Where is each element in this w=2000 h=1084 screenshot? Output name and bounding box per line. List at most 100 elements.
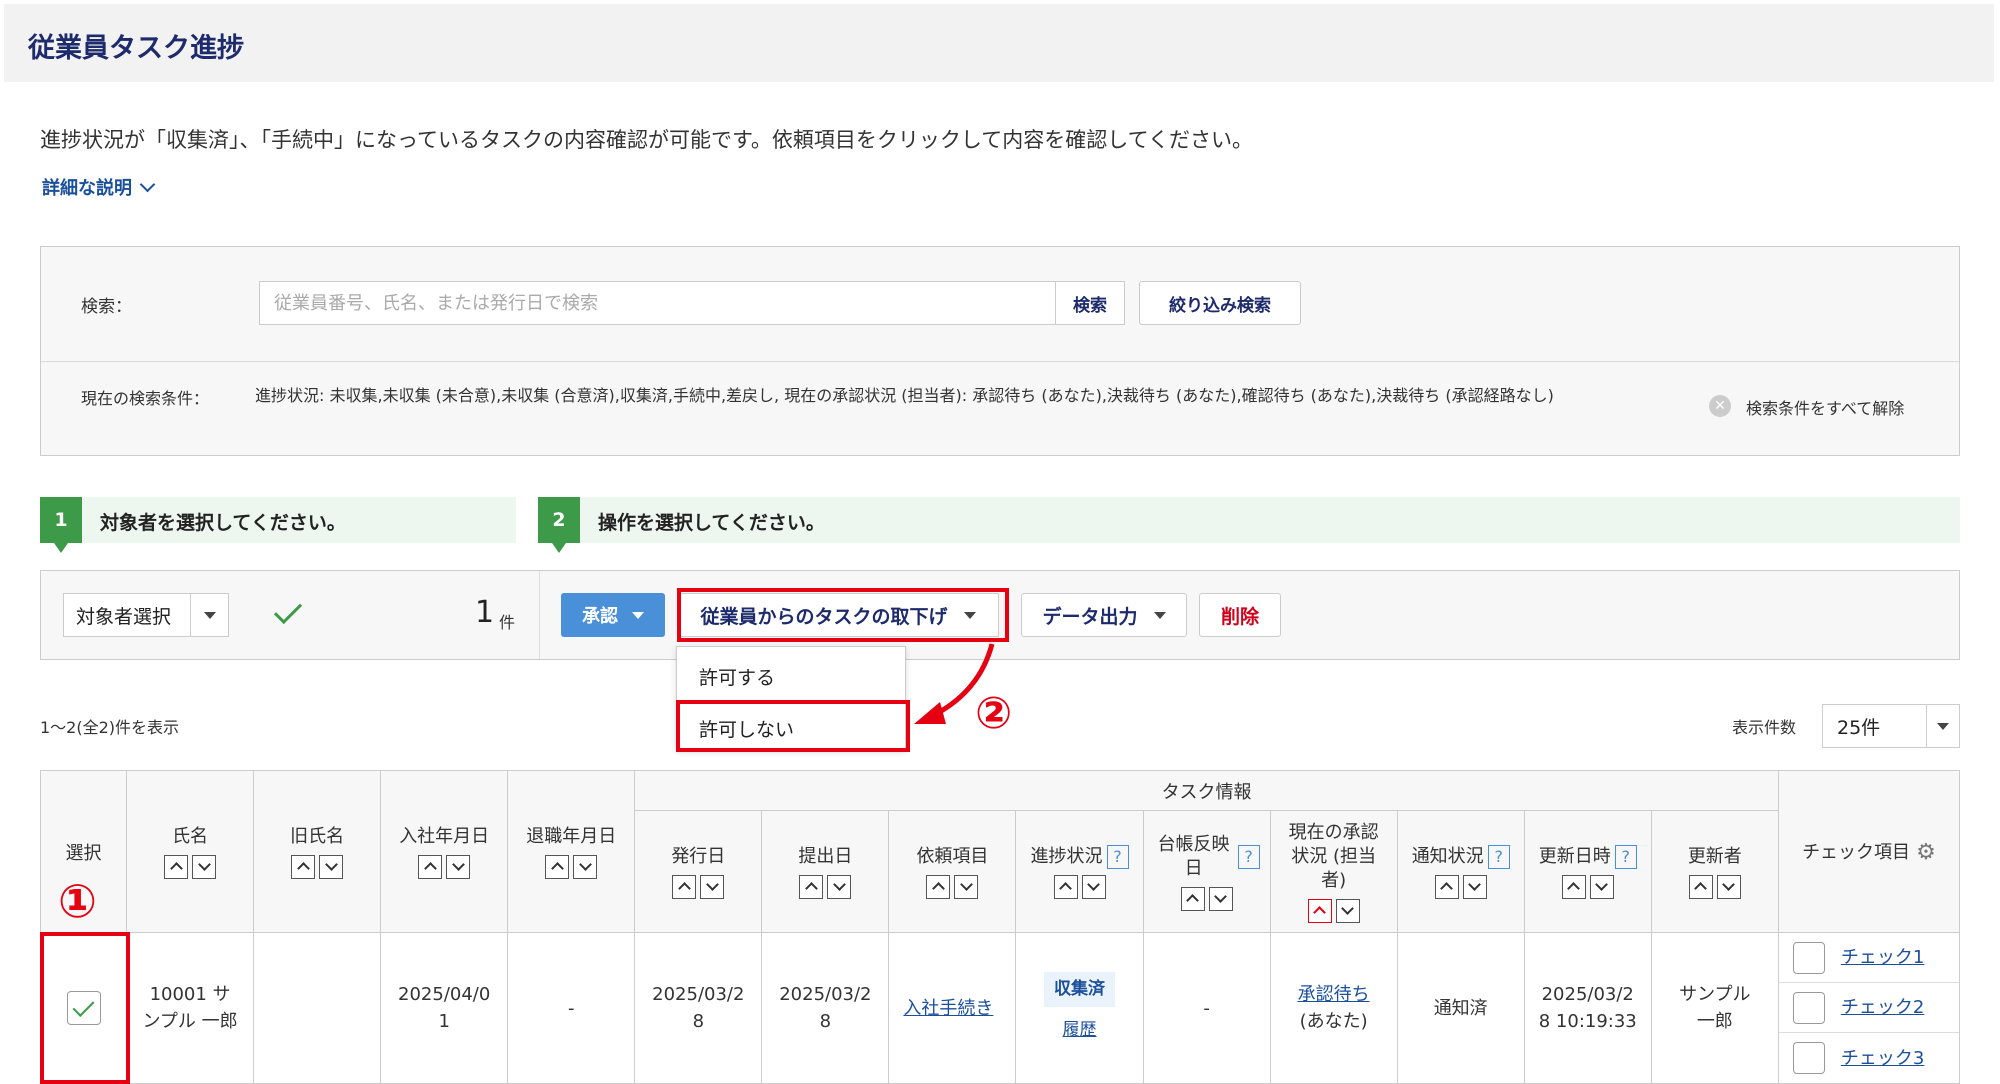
chevron-down-icon [451,858,465,871]
clear-conditions-link[interactable]: 検索条件をすべて解除 [1746,395,1904,419]
sort-desc-button[interactable] [1716,874,1741,899]
help-icon[interactable]: ? [1487,844,1510,869]
sort-asc-button[interactable] [1688,874,1713,899]
annotation-two: ② [975,688,1013,739]
sort-desc-button[interactable] [827,874,852,899]
employee-name: 10001 サンプル 一郎 [142,984,238,1032]
annotation-one: ① [58,874,97,928]
chevron-down-icon [139,176,156,192]
sort-asc-button[interactable] [799,874,824,899]
search-button[interactable]: 検索 [1055,281,1125,325]
divider [539,571,540,659]
check-item-link[interactable]: チェック2 [1841,994,1924,1021]
sort-controls [291,854,344,879]
sort-desc-button[interactable] [319,854,344,879]
sort-asc-button[interactable] [164,854,189,879]
help-icon[interactable]: ? [1106,844,1129,869]
per-page-select[interactable]: 25件 [1822,704,1960,748]
col-issue-date: 発行日 [634,810,763,933]
chevron-down-icon [578,858,592,871]
sort-controls [418,854,471,879]
sort-controls [1561,874,1614,899]
sort-asc-button[interactable] [291,854,316,879]
header-label: 選択 [65,842,102,864]
group-header-task-info: タスク情報 [634,770,1779,811]
search-input[interactable] [259,281,1056,325]
sort-asc-button[interactable] [1307,898,1332,923]
gear-icon[interactable]: ⚙ [1916,840,1936,865]
sort-desc-button[interactable] [446,854,471,879]
check-item-link[interactable]: チェック1 [1841,944,1924,971]
selected-count: 1 [475,595,495,630]
sort-asc-button[interactable] [1053,874,1078,899]
chevron-down-icon [324,858,338,871]
caret-down-icon [1936,722,1949,730]
step-text: 操作を選択してください。 [598,512,825,534]
check-icon [273,595,303,625]
sort-controls [1688,874,1741,899]
conditions-text: 進捗状況: 未収集,未収集 (未合意),未収集 (合意済),収集済,手続中,差戻… [255,386,1554,405]
dropdown-arrow[interactable] [1925,705,1959,747]
sort-desc-button[interactable] [573,854,598,879]
header-label: 現在の承認状況 (担当者) [1288,821,1379,891]
sort-desc-button[interactable] [1335,898,1360,923]
sort-asc-button[interactable] [1434,874,1459,899]
data-export-button[interactable]: データ出力 [1021,593,1187,637]
result-count: 1〜2(全2)件を表示 [40,718,180,737]
step-1-banner: 1 対象者を選択してください。 [40,497,516,553]
chevron-down-icon [1087,878,1100,891]
menu-item-allow[interactable]: 許可する [699,663,775,690]
check-item-checkbox[interactable] [1792,1042,1825,1074]
sort-asc-button[interactable] [545,854,570,879]
history-link[interactable]: 履歴 [1063,1017,1097,1044]
header-label: 旧氏名 [290,825,345,847]
join-date: 2025/04/01 [398,984,491,1032]
detail-toggle[interactable]: 詳細な説明 [42,174,156,200]
approval-assignee: (あなた) [1299,1011,1368,1032]
header-label: 進捗状況 [1030,845,1103,867]
col-updated-by: 更新者 [1650,810,1779,933]
sort-desc-button[interactable] [954,874,979,899]
chevron-up-icon [296,862,310,875]
sort-desc-button[interactable] [1081,874,1106,899]
sort-asc-button[interactable] [418,854,443,879]
check-item-link[interactable]: チェック3 [1841,1045,1924,1072]
export-label: データ出力 [1042,605,1138,628]
step-text: 対象者を選択してください。 [100,512,346,534]
approve-button[interactable]: 承認 [561,593,665,637]
target-select-dropdown[interactable]: 対象者選択 [63,593,229,637]
approval-status-link[interactable]: 承認待ち [1298,984,1370,1005]
header-label: タスク情報 [1161,781,1252,803]
sort-asc-button[interactable] [1561,874,1586,899]
col-old-name: 旧氏名 [253,770,382,933]
check-item-checkbox[interactable] [1792,941,1825,974]
filter-search-button[interactable]: 絞り込み検索 [1139,281,1301,325]
sort-desc-button[interactable] [1589,874,1614,899]
sort-controls [1180,886,1233,911]
sort-desc-button[interactable] [700,874,725,899]
col-approval-status: 現在の承認状況 (担当者) [1269,810,1398,933]
chevron-up-icon [805,882,818,895]
header-label: 依頼項目 [916,845,989,867]
sort-desc-button[interactable] [192,854,217,879]
cell-updated-at: 2025/03/28 10:19:33 [1523,932,1652,1084]
header-label: チェック項目 [1802,841,1911,863]
chevron-down-icon [1722,878,1736,891]
dropdown-arrow[interactable] [190,594,228,636]
chevron-up-icon [1186,894,1199,907]
sort-desc-button[interactable] [1208,886,1233,911]
sort-asc-button[interactable] [1180,886,1205,911]
header-label: 台帳反映日 [1157,833,1230,879]
sort-asc-button[interactable] [672,874,697,899]
request-item-link[interactable]: 入社手続き [903,995,993,1022]
task-table: 選択 氏名 旧氏名 入社年月日 退職年月日 タスク情報 チェック項目 ⚙ 発行日 … [39,770,1961,1084]
help-icon[interactable]: ? [1237,844,1260,869]
header-label: 発行日 [671,845,726,867]
delete-button[interactable]: 削除 [1199,593,1281,637]
sort-desc-button[interactable] [1462,874,1487,899]
col-submit-date: 提出日 [761,810,890,933]
sort-asc-button[interactable] [926,874,951,899]
check-item-checkbox[interactable] [1792,991,1825,1024]
clear-icon[interactable]: ✕ [1709,395,1731,417]
help-icon[interactable]: ? [1614,844,1637,869]
